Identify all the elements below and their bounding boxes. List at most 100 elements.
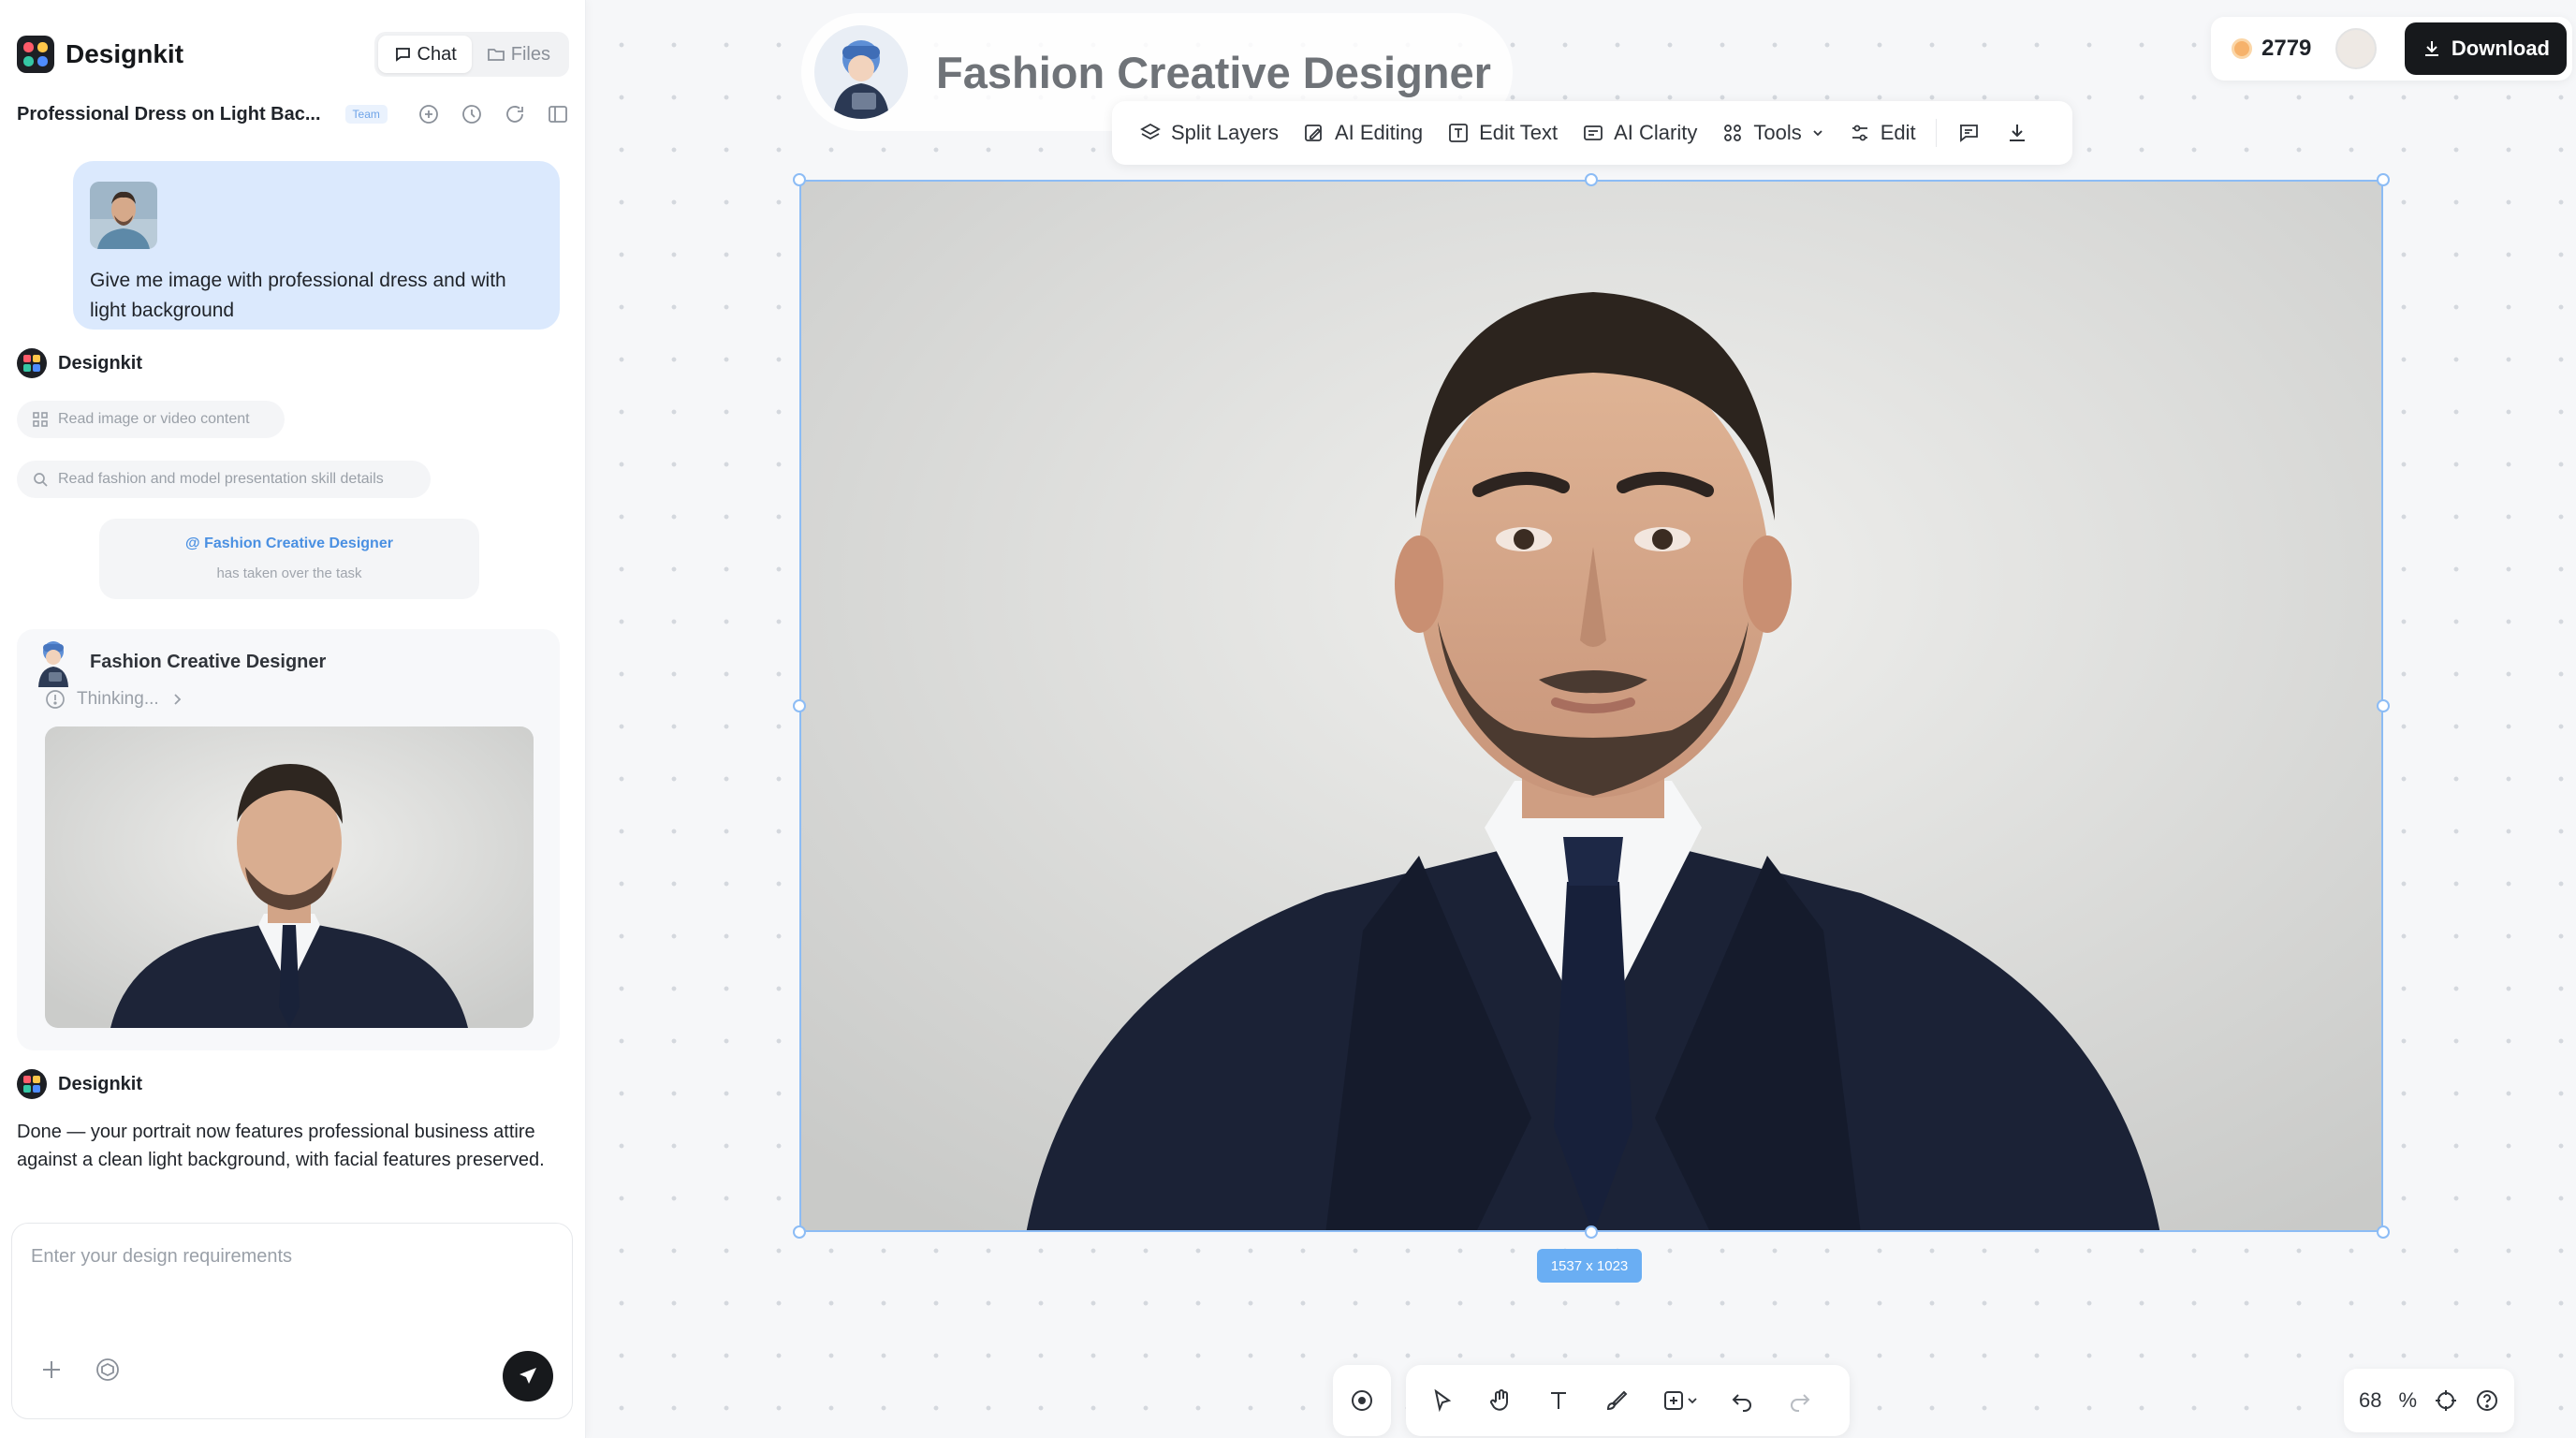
history-icon[interactable] xyxy=(461,103,483,125)
credits-balance[interactable]: 2779 xyxy=(2261,36,2311,62)
resize-handle-bottom-right[interactable] xyxy=(2377,1225,2390,1239)
uploaded-portrait-thumbnail[interactable] xyxy=(90,182,157,249)
tab-files[interactable]: Files xyxy=(472,36,565,73)
step-read-skill[interactable]: Read fashion and model presentation skil… xyxy=(17,461,431,498)
grid-icon xyxy=(1724,125,1742,141)
composer-tools xyxy=(38,1357,121,1383)
locate-button[interactable] xyxy=(1333,1372,1391,1430)
info-circle-icon xyxy=(46,690,65,709)
split-layers-button[interactable]: Split Layers xyxy=(1127,110,1291,156)
clarity-icon xyxy=(1584,125,1603,140)
edit-text-button[interactable]: Edit Text xyxy=(1435,110,1570,156)
collapse-panel-icon[interactable] xyxy=(547,103,569,125)
sliders-icon xyxy=(1852,125,1867,141)
user-message-text: Give me image with professional dress an… xyxy=(90,270,506,321)
canvas-tools xyxy=(1406,1365,1850,1436)
design-requirements-input[interactable] xyxy=(31,1246,555,1268)
download-label: Download xyxy=(2451,37,2550,60)
location-tool-group xyxy=(1333,1365,1391,1436)
cursor-icon xyxy=(1434,1388,1452,1413)
chat-sidebar: Designkit Chat Files Professional Dress … xyxy=(0,0,586,1438)
designkit-avatar-icon xyxy=(17,348,47,378)
step-read-image[interactable]: Read image or video content xyxy=(17,401,285,438)
help-icon[interactable] xyxy=(2475,1388,2499,1413)
folder-icon xyxy=(487,49,505,61)
ai-editing-button[interactable]: AI Editing xyxy=(1291,110,1435,156)
project-tag: Team xyxy=(344,105,388,124)
thinking-toggle[interactable]: Thinking... xyxy=(45,689,183,710)
plus-icon[interactable] xyxy=(38,1357,65,1383)
text-box-icon xyxy=(1449,124,1469,142)
step-label: Read fashion and model presentation skil… xyxy=(58,471,384,487)
search-icon xyxy=(34,473,48,487)
brush-icon xyxy=(1606,1390,1628,1411)
zoom-value[interactable]: 68 xyxy=(2359,1388,2381,1413)
designer-avatar-icon xyxy=(38,641,68,687)
download-button[interactable]: Download xyxy=(2404,22,2567,75)
new-chat-icon[interactable] xyxy=(417,103,440,125)
split-layers-label: Split Layers xyxy=(1171,121,1279,144)
tools-dropdown[interactable]: Tools xyxy=(1709,110,1836,156)
handoff-agent[interactable]: @ Fashion Creative Designer xyxy=(99,536,479,552)
fit-screen-icon[interactable] xyxy=(2434,1388,2458,1413)
final-agent-header: Designkit xyxy=(17,1069,142,1099)
agent-header: Designkit xyxy=(17,348,142,378)
user-avatar[interactable] xyxy=(2335,28,2378,69)
undo-icon xyxy=(1732,1394,1751,1412)
designer-name: Fashion Creative Designer xyxy=(90,651,327,672)
ai-clarity-label: AI Clarity xyxy=(1614,121,1698,144)
tab-files-label: Files xyxy=(510,43,550,65)
cube-icon[interactable] xyxy=(95,1357,121,1383)
brush-tool-button[interactable] xyxy=(1588,1372,1646,1430)
redo-button[interactable] xyxy=(1771,1372,1829,1430)
send-icon xyxy=(520,1368,536,1384)
resize-handle-bottom[interactable] xyxy=(1585,1225,1598,1239)
toolbar-divider xyxy=(1935,119,1937,147)
portrait-image xyxy=(801,182,2381,1230)
map-pin-icon xyxy=(1352,1390,1372,1411)
send-button[interactable] xyxy=(503,1351,553,1401)
text-tool-button[interactable] xyxy=(1530,1372,1588,1430)
add-shape-icon xyxy=(1664,1391,1683,1410)
handoff-note: has taken over the task xyxy=(216,565,362,581)
undo-button[interactable] xyxy=(1713,1372,1771,1430)
project-actions xyxy=(417,103,569,125)
image-dimensions-badge: 1537 x 1023 xyxy=(1537,1249,1642,1283)
resize-handle-top-right[interactable] xyxy=(2377,173,2390,186)
ai-editing-label: AI Editing xyxy=(1334,121,1424,144)
refresh-icon[interactable] xyxy=(504,103,526,125)
chevron-right-icon xyxy=(174,694,181,705)
hand-tool-button[interactable] xyxy=(1471,1372,1530,1430)
tab-chat[interactable]: Chat xyxy=(377,36,472,73)
project-title[interactable]: Professional Dress on Light Bac... xyxy=(17,104,321,125)
chevron-down-icon xyxy=(1688,1398,1697,1404)
image-toolbar: Split Layers AI Editing Edit Text AI Cla… xyxy=(1112,101,2072,165)
resize-handle-bottom-left[interactable] xyxy=(793,1225,806,1239)
composer xyxy=(11,1223,573,1419)
handoff-notice: @ Fashion Creative Designer has taken ov… xyxy=(99,519,479,599)
resize-handle-left[interactable] xyxy=(793,699,806,712)
select-tool-button[interactable] xyxy=(1413,1372,1471,1430)
text-icon xyxy=(1551,1392,1566,1409)
zoom-controls: 68 % xyxy=(2344,1369,2515,1432)
agent-title: Fashion Creative Designer xyxy=(936,47,1491,97)
resize-handle-top[interactable] xyxy=(1585,173,1598,186)
layers-icon xyxy=(1140,123,1161,140)
toolbar-download-button[interactable] xyxy=(1993,110,2042,156)
sidebar-tab-switch: Chat Files xyxy=(373,32,569,77)
edit-button[interactable]: Edit xyxy=(1837,110,1928,156)
comment-icon xyxy=(1959,125,1978,142)
chat-bubble-icon xyxy=(395,48,410,62)
resize-handle-top-left[interactable] xyxy=(793,173,806,186)
sidebar-header: Designkit Chat Files xyxy=(17,28,569,81)
thinking-label: Thinking... xyxy=(77,689,159,709)
shape-tool-dropdown[interactable] xyxy=(1646,1372,1713,1430)
designkit-avatar-icon xyxy=(17,1069,47,1099)
download-icon xyxy=(2424,41,2438,56)
generated-image-thumbnail[interactable] xyxy=(45,726,534,1028)
canvas-image[interactable] xyxy=(799,180,2383,1232)
brand-name: Designkit xyxy=(66,39,184,68)
resize-handle-right[interactable] xyxy=(2377,699,2390,712)
comment-button[interactable] xyxy=(1944,110,1993,156)
ai-clarity-button[interactable]: AI Clarity xyxy=(1570,110,1709,156)
